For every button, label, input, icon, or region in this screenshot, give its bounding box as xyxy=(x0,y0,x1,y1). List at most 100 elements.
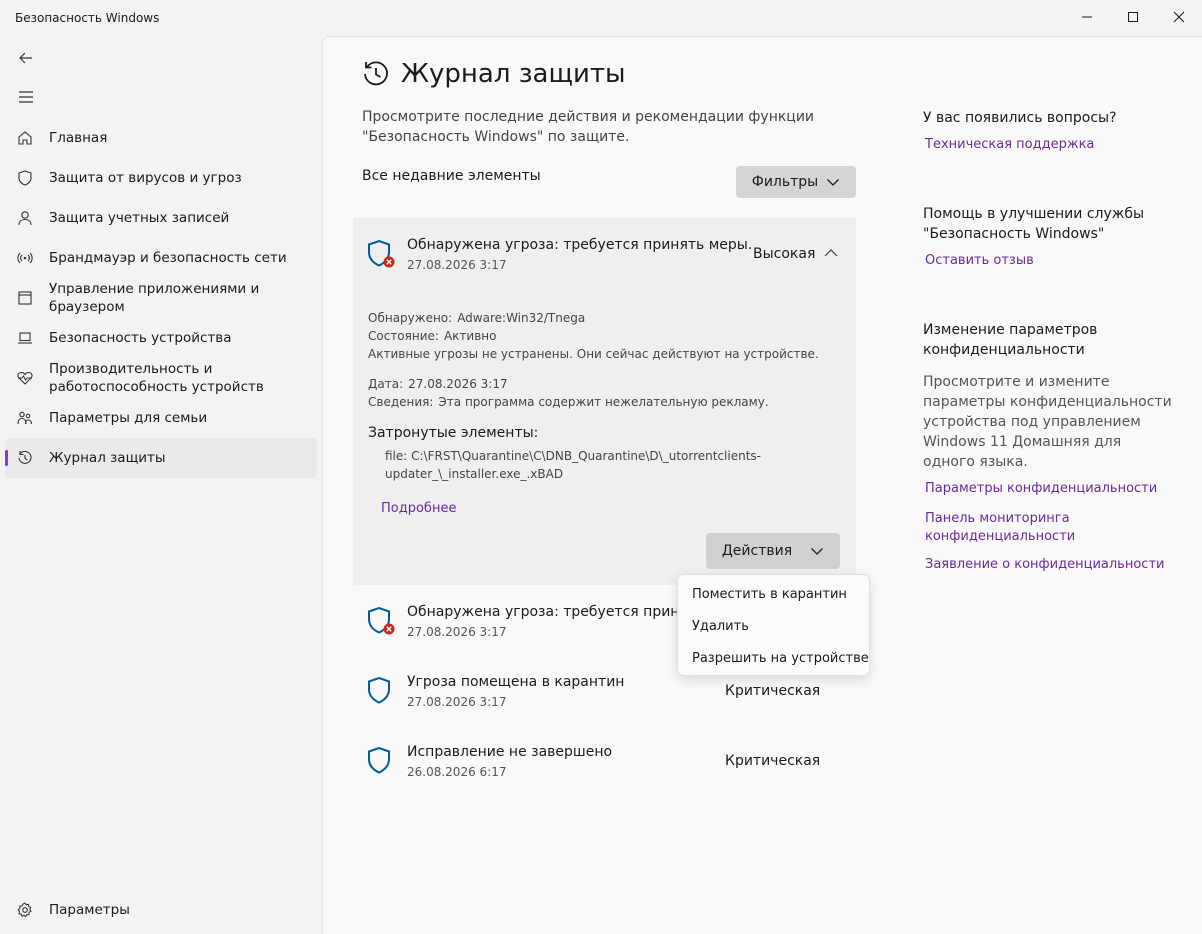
actions-menu: Поместить в карантин Удалить Разрешить н… xyxy=(677,574,870,676)
threat-card-header[interactable]: Обнаружена угроза: требуется принять мер… xyxy=(353,218,856,290)
actions-button-label: Действия xyxy=(721,543,793,559)
sidebar-item-label: Журнал защиты xyxy=(49,450,166,466)
severity-label: Критическая xyxy=(725,683,821,699)
recent-items-label: Все недавние элементы xyxy=(362,168,541,184)
threat-date: 27.08.2026 3:17 xyxy=(407,695,507,709)
support-link[interactable]: Техническая поддержка xyxy=(923,136,1173,154)
close-button[interactable] xyxy=(1156,0,1202,34)
content-panel: Журнал защиты Просмотрите последние дейс… xyxy=(322,36,1202,934)
privacy-settings-link[interactable]: Параметры конфиденциальности xyxy=(923,480,1173,498)
app-title: Безопасность Windows xyxy=(15,11,160,25)
affected-items-title: Затронутые элементы: xyxy=(368,425,539,441)
questions-title: У вас появились вопросы? xyxy=(923,110,1117,126)
sidebar-item-virus-protection[interactable]: Защита от вирусов и угроз xyxy=(5,158,317,198)
sidebar: Главная Защита от вирусов и угроз Защита… xyxy=(0,36,322,934)
threat-row[interactable]: Исправление не завершено 26.08.2026 6:17… xyxy=(353,733,856,793)
shield-icon xyxy=(5,170,45,186)
back-arrow-icon xyxy=(19,52,32,64)
date-row: Дата: 27.08.2026 3:17 xyxy=(368,377,508,391)
date-value: 27.08.2026 3:17 xyxy=(408,377,508,391)
info-row: Сведения: Эта программа содержит нежелате… xyxy=(368,395,769,409)
heart-pulse-icon xyxy=(5,370,45,386)
menu-item-remove[interactable]: Удалить xyxy=(678,610,869,642)
sidebar-item-label: Параметры xyxy=(49,902,130,918)
sidebar-item-firewall[interactable]: Брандмауэр и безопасность сети xyxy=(5,238,317,278)
improve-title: Помощь в улучшении службы "Безопасность … xyxy=(923,206,1145,242)
threat-date: 27.08.2026 3:17 xyxy=(407,625,507,639)
back-button[interactable] xyxy=(6,40,46,76)
minimize-button[interactable] xyxy=(1064,0,1110,34)
privacy-dashboard-link[interactable]: Панель мониторинга конфиденциальности xyxy=(923,510,1093,546)
info-value: Эта программа содержит нежелательную рек… xyxy=(438,395,769,409)
privacy-title: Изменение параметров конфиденциальности xyxy=(923,322,1098,358)
person-icon xyxy=(5,210,45,226)
sidebar-item-label: Безопасность устройства xyxy=(49,330,232,346)
threat-date: 26.08.2026 6:17 xyxy=(407,765,507,779)
page-description: Просмотрите последние действия и рекомен… xyxy=(362,109,815,145)
filters-button[interactable]: Фильтры xyxy=(736,166,856,198)
menu-button[interactable] xyxy=(6,79,46,115)
minimize-icon xyxy=(1082,16,1092,18)
hamburger-icon xyxy=(19,91,33,103)
sidebar-item-label: Производительность и работоспособность у… xyxy=(49,361,264,395)
actions-button[interactable]: Действия xyxy=(706,533,840,569)
threat-title: Угроза помещена в карантин xyxy=(407,674,625,690)
threat-title: Обнаружена угроза: требуется принять xyxy=(407,604,705,620)
threat-title: Исправление не завершено xyxy=(407,744,613,760)
chevron-down-icon xyxy=(827,179,840,186)
sidebar-item-app-browser[interactable]: Управление приложениями и браузером xyxy=(5,278,317,318)
sidebar-item-device-security[interactable]: Безопасность устройства xyxy=(5,318,317,358)
sidebar-item-label: Брандмауэр и безопасность сети xyxy=(49,250,287,266)
help-section: У вас появились вопросы? Техническая под… xyxy=(923,108,1173,154)
feedback-link[interactable]: Оставить отзыв xyxy=(923,252,1153,270)
maximize-button[interactable] xyxy=(1110,0,1156,34)
close-icon xyxy=(1173,11,1185,23)
affected-file-path: file: C:\FRST\Quarantine\C\DNB_Quarantin… xyxy=(385,449,761,481)
date-key: Дата: xyxy=(368,377,404,391)
shield-alert-icon xyxy=(368,606,395,635)
status-row: Состояние: Активно xyxy=(368,329,496,343)
detected-key: Обнаружено: xyxy=(368,311,453,325)
menu-item-quarantine[interactable]: Поместить в карантин xyxy=(678,578,869,610)
status-note: Активные угрозы не устранены. Они сейчас… xyxy=(368,347,819,361)
sidebar-item-performance[interactable]: Производительность и работоспособность у… xyxy=(5,358,317,398)
sidebar-item-protection-history[interactable]: Журнал защиты xyxy=(5,438,317,478)
history-icon xyxy=(5,450,45,466)
sidebar-item-label: Управление приложениями и браузером xyxy=(49,281,260,315)
threat-date: 27.08.2026 3:17 xyxy=(407,258,507,272)
shield-icon xyxy=(368,676,390,704)
privacy-statement-link[interactable]: Заявление о конфиденциальности xyxy=(923,556,1173,574)
sidebar-item-label: Защита учетных записей xyxy=(49,210,230,226)
gear-icon xyxy=(5,902,45,918)
shield-icon xyxy=(368,746,390,774)
title-bar: Безопасность Windows xyxy=(0,0,1202,36)
home-icon xyxy=(5,130,45,146)
feedback-section: Помощь в улучшении службы "Безопасность … xyxy=(923,204,1153,270)
family-icon xyxy=(5,410,45,426)
more-details-link[interactable]: Подробнее xyxy=(381,501,456,516)
threat-card-expanded: Обнаружена угроза: требуется принять мер… xyxy=(353,218,856,585)
severity-label: Критическая xyxy=(725,753,821,769)
severity-label: Высокая xyxy=(753,246,816,262)
sidebar-item-label: Защита от вирусов и угроз xyxy=(49,170,242,186)
menu-item-allow[interactable]: Разрешить на устройстве xyxy=(678,642,869,674)
history-icon xyxy=(364,61,388,86)
info-key: Сведения: xyxy=(368,395,434,409)
shield-alert-icon xyxy=(368,239,395,268)
page-title: Журнал защиты xyxy=(401,59,626,89)
sidebar-item-family[interactable]: Параметры для семьи xyxy=(5,398,317,438)
wireless-icon xyxy=(5,250,45,266)
sidebar-item-account-protection[interactable]: Защита учетных записей xyxy=(5,198,317,238)
chevron-up-icon[interactable] xyxy=(823,246,839,260)
chevron-down-icon xyxy=(811,548,824,555)
threat-title: Обнаружена угроза: требуется принять мер… xyxy=(407,237,753,253)
status-value: Активно xyxy=(443,329,497,343)
sidebar-item-label: Параметры для семьи xyxy=(49,410,208,426)
status-key: Состояние: xyxy=(368,329,439,343)
detected-value: Adware:Win32/Tnega xyxy=(457,311,586,325)
privacy-description: Просмотрите и измените параметры конфиде… xyxy=(923,374,1172,470)
sidebar-item-settings[interactable]: Параметры xyxy=(5,890,317,930)
laptop-icon xyxy=(5,330,45,346)
privacy-section: Изменение параметров конфиденциальности … xyxy=(923,320,1173,574)
sidebar-item-home[interactable]: Главная xyxy=(5,118,317,158)
